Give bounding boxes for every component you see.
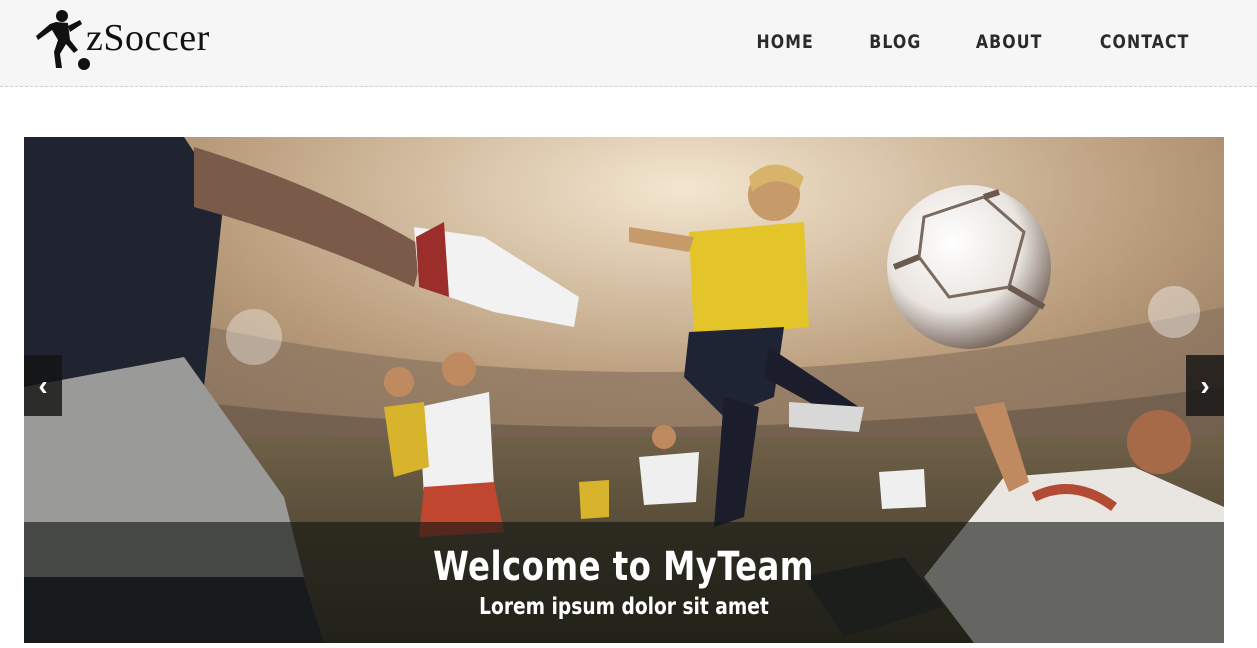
soccer-player-logo-icon	[36, 10, 90, 70]
chevron-left-icon: ‹	[38, 369, 48, 401]
logo-text: zSoccer	[86, 17, 210, 59]
slide-caption: Welcome to MyTeam Lorem ipsum dolor sit …	[24, 522, 1224, 643]
chevron-right-icon: ›	[1200, 369, 1210, 401]
caption-title: Welcome to MyTeam	[433, 544, 815, 590]
prev-slide-button[interactable]: ‹	[24, 355, 62, 416]
next-slide-button[interactable]: ›	[1186, 355, 1224, 416]
nav-contact[interactable]: CONTACT	[1099, 28, 1189, 56]
nav-about[interactable]: ABOUT	[976, 28, 1043, 56]
caption-subtitle: Lorem ipsum dolor sit amet	[479, 594, 769, 620]
main-nav: HOME BLOG ABOUT CONTACT	[704, 28, 1193, 56]
hero-slider: ‹ › Welcome to MyTeam Lorem ipsum dolor …	[24, 137, 1224, 643]
logo[interactable]: zSoccer	[34, 6, 210, 74]
nav-blog[interactable]: BLOG	[869, 28, 921, 56]
site-header: zSoccer HOME BLOG ABOUT CONTACT	[0, 0, 1257, 87]
nav-home[interactable]: HOME	[757, 28, 814, 56]
